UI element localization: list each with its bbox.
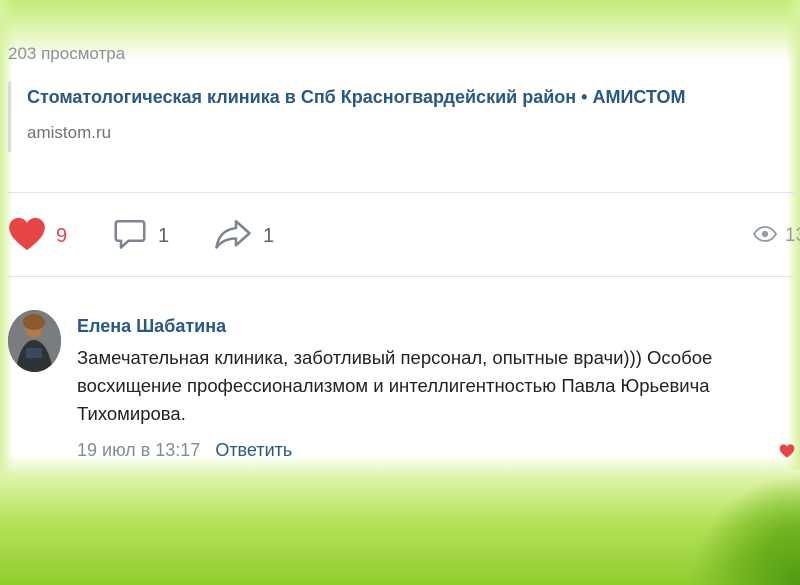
comment-button[interactable]: 1 xyxy=(112,214,169,258)
views-counter: 13 xyxy=(752,214,800,258)
comment-count: 1 xyxy=(158,224,170,247)
heart-icon xyxy=(8,217,46,256)
eye-icon xyxy=(752,225,778,248)
post-actions-bar: 9 1 1 13 xyxy=(8,214,800,258)
share-button[interactable]: 1 xyxy=(213,214,274,258)
divider xyxy=(8,276,800,277)
divider xyxy=(8,192,800,193)
link-domain[interactable]: amistom.ru xyxy=(27,123,685,143)
frame-glow-bottom xyxy=(0,455,800,585)
like-count: 9 xyxy=(56,224,68,247)
link-attachment[interactable]: Стоматологическая клиника в Спб Красногв… xyxy=(8,82,685,152)
like-button[interactable]: 9 xyxy=(8,214,67,258)
comment-icon xyxy=(112,216,148,257)
views-count: 13 xyxy=(785,225,800,246)
comment-text: Замечательная клиника, заботливый персон… xyxy=(77,347,713,424)
post-views-text: 203 просмотра xyxy=(8,44,126,63)
share-count: 1 xyxy=(263,224,275,247)
comment-author[interactable]: Елена Шабатина xyxy=(77,316,226,337)
link-title[interactable]: Стоматологическая клиника в Спб Красногв… xyxy=(27,87,685,108)
share-arrow-icon xyxy=(213,216,253,257)
avatar[interactable] xyxy=(8,310,61,372)
frame-corner xyxy=(690,475,800,585)
